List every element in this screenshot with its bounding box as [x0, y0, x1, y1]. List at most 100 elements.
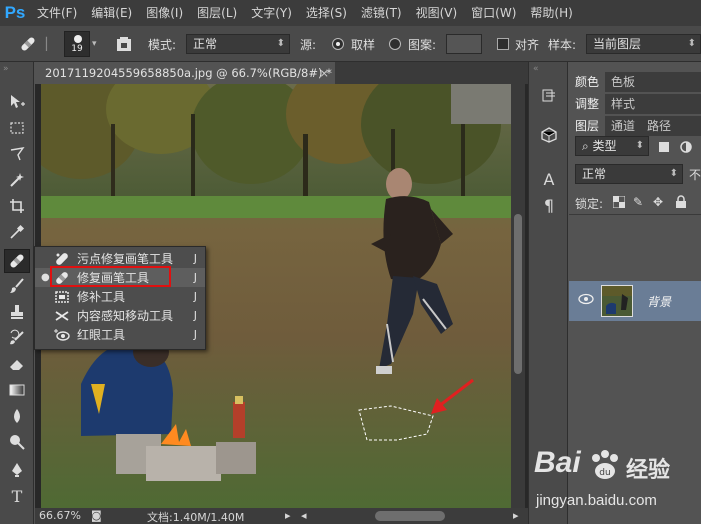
content-aware-move-label: 内容感知移动工具	[77, 309, 174, 323]
eye-icon[interactable]	[578, 293, 594, 308]
paragraph-panel-icon[interactable]: ¶	[537, 194, 561, 216]
opacity-label: 不	[689, 168, 701, 182]
lock-label: 锁定:	[575, 197, 604, 211]
svg-text:du: du	[599, 468, 610, 478]
clone-stamp-tool-icon[interactable]	[4, 300, 30, 324]
tools-panel: » T	[0, 62, 34, 524]
layer-filter-dropdown[interactable]: ⌕ 类型 ⬍	[575, 136, 649, 156]
spot-healing-brush-label: 污点修复画笔工具	[77, 252, 174, 266]
type-tool-icon[interactable]: T	[4, 484, 30, 508]
horizontal-scrollbar-thumb[interactable]	[375, 511, 445, 521]
brush-preset-picker[interactable]: 19 ▾	[64, 26, 97, 62]
radio-off-icon	[389, 38, 401, 50]
lasso-tool-icon[interactable]	[4, 142, 30, 166]
layer-name: 背景	[647, 295, 672, 309]
scroll-left-icon[interactable]: ◂	[301, 509, 307, 522]
source-pattern-radio[interactable]	[389, 26, 401, 62]
history-brush-tool-icon[interactable]	[4, 326, 30, 350]
zoom-level[interactable]: 66.67%	[39, 509, 81, 522]
clone-source-panel-icon[interactable]	[116, 26, 132, 62]
panel-collapse-icon[interactable]: «	[533, 64, 539, 74]
menubar: Ps 文件(F) 编辑(E) 图像(I) 图层(L) 文字(Y) 选择(S) 滤…	[0, 0, 701, 26]
source-label: 源:	[300, 37, 317, 52]
status-arrow-icon[interactable]: ▸	[285, 509, 291, 522]
adjustment-filter-icon[interactable]	[679, 140, 693, 157]
aligned-checkbox[interactable]	[497, 26, 509, 62]
sample-value: 当前图层	[593, 37, 642, 51]
menu-edit[interactable]: 编辑(E)	[84, 0, 139, 26]
lock-pixels-icon[interactable]: ✎	[633, 195, 643, 209]
layer-row-background[interactable]: 背景	[569, 281, 701, 321]
watermark-url: jingyan.baidu.com	[536, 492, 657, 509]
layers-panel-tabs: 图层 通道 路径	[569, 116, 701, 136]
status-icon[interactable]: ◙	[91, 509, 102, 522]
tab-channels[interactable]: 通道	[605, 116, 641, 136]
menu-image[interactable]: 图像(I)	[139, 0, 190, 26]
pen-tool-icon[interactable]	[4, 458, 30, 482]
lock-all-icon[interactable]	[675, 195, 687, 211]
sampled-label: 取样	[351, 37, 376, 52]
sample-dropdown[interactable]: 当前图层 ⬍	[586, 34, 701, 54]
mode-dropdown[interactable]: 正常 ⬍	[186, 34, 290, 54]
vertical-scrollbar[interactable]	[511, 84, 525, 508]
healing-brush-tool-icon[interactable]	[18, 26, 38, 62]
spot-healing-brush-icon	[53, 251, 71, 267]
gradient-tool-icon[interactable]	[4, 378, 30, 402]
menu-view[interactable]: 视图(V)	[409, 0, 465, 26]
document-title: 2017119204559658850a.jpg @ 66.7%(RGB/8#)…	[45, 66, 332, 80]
tab-color[interactable]: 颜色	[569, 72, 606, 92]
lock-transparent-icon[interactable]	[612, 195, 626, 211]
source-sampled-radio[interactable]	[332, 26, 344, 62]
options-bar: ▏ 19 ▾ 模式: 正常 ⬍ 源: 取样 图案: 对齐 样本: 当前图层 ⬍	[0, 26, 701, 62]
dodge-tool-icon[interactable]	[4, 430, 30, 454]
eraser-tool-icon[interactable]	[4, 352, 30, 376]
blur-tool-icon[interactable]	[4, 404, 30, 428]
content-aware-move-item[interactable]: 内容感知移动工具 J	[35, 306, 205, 325]
tab-swatches[interactable]: 色板	[605, 72, 641, 92]
menu-filter[interactable]: 滤镜(T)	[354, 0, 409, 26]
healing-brush-tool-icon[interactable]	[4, 249, 30, 273]
panel-collapse-icon[interactable]: »	[3, 64, 9, 74]
dropdown-arrow-icon: ⬍	[276, 38, 285, 49]
menu-window[interactable]: 窗口(W)	[464, 0, 523, 26]
shortcut-key: J	[193, 328, 197, 341]
brush-size: 19	[71, 44, 83, 54]
layer-thumbnail	[601, 285, 633, 317]
patch-tool-item[interactable]: 修补工具 J	[35, 287, 205, 306]
paw-logo-icon: du	[588, 448, 622, 482]
marquee-tool-icon[interactable]	[4, 116, 30, 140]
checkbox-icon	[497, 38, 509, 50]
crop-tool-icon[interactable]	[4, 194, 30, 218]
menu-type[interactable]: 文字(Y)	[244, 0, 299, 26]
patch-tool-label: 修补工具	[77, 290, 126, 304]
pixel-filter-icon[interactable]	[657, 140, 671, 157]
brush-tool-icon[interactable]	[4, 274, 30, 298]
tab-paths[interactable]: 路径	[641, 116, 677, 136]
history-panel-icon[interactable]	[537, 84, 561, 106]
patch-tool-icon	[53, 289, 71, 305]
3d-panel-icon[interactable]	[537, 124, 561, 146]
photoshop-logo: Ps	[4, 3, 26, 22]
menu-help[interactable]: 帮助(H)	[523, 0, 579, 26]
document-tab[interactable]: 2017119204559658850a.jpg @ 66.7%(RGB/8#)…	[35, 62, 335, 84]
filter-kind-value: 类型	[592, 139, 617, 153]
magic-wand-tool-icon[interactable]	[4, 168, 30, 192]
pattern-picker[interactable]	[446, 34, 482, 54]
menu-layer[interactable]: 图层(L)	[190, 0, 244, 26]
tab-layers[interactable]: 图层	[569, 116, 606, 136]
menu-file[interactable]: 文件(F)	[30, 0, 84, 26]
close-icon[interactable]: ×	[319, 62, 329, 84]
menu-select[interactable]: 选择(S)	[299, 0, 354, 26]
blend-mode-dropdown[interactable]: 正常 ⬍	[575, 164, 683, 184]
tab-adjustments[interactable]: 调整	[569, 94, 606, 114]
character-panel-icon[interactable]: A	[537, 168, 561, 190]
tab-styles[interactable]: 样式	[605, 94, 641, 114]
sample-label: 样本:	[548, 37, 577, 52]
scroll-right-icon[interactable]: ▸	[513, 509, 519, 522]
scrollbar-thumb[interactable]	[514, 214, 522, 374]
eyedropper-tool-icon[interactable]	[4, 220, 30, 244]
healing-tools-flyout: 污点修复画笔工具 J ● 修复画笔工具 J 修补工具 J 内容感知移动工具 J …	[34, 246, 206, 350]
red-eye-tool-item[interactable]: 红眼工具 J	[35, 325, 205, 344]
lock-position-icon[interactable]: ✥	[653, 195, 663, 209]
move-tool-icon[interactable]	[4, 90, 30, 114]
